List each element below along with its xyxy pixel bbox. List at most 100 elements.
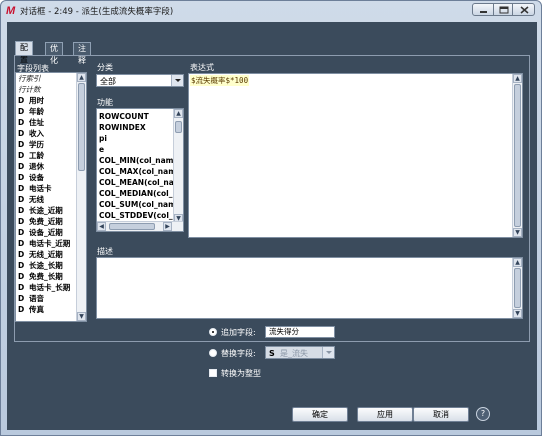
replace-field-radio[interactable] xyxy=(209,349,217,357)
convert-integer-label: 转换为整型 xyxy=(221,369,261,378)
function-list[interactable]: ROWCOUNTROWINDEXpieCOL_MIN(col_name)COL_… xyxy=(96,108,184,232)
double-type-icon: D xyxy=(18,173,25,182)
field-name: 语音 xyxy=(29,294,44,303)
scroll-up-icon[interactable]: ▲ xyxy=(513,74,522,83)
field-name: 长途_长期 xyxy=(29,261,63,270)
double-type-icon: D xyxy=(18,261,25,270)
double-type-icon: D xyxy=(18,129,25,138)
expression-label: 表达式 xyxy=(190,63,214,72)
tab-config[interactable]: 配置 xyxy=(15,41,33,64)
field-name: 传真 xyxy=(29,305,44,314)
apply-button[interactable]: 应用 xyxy=(357,407,413,422)
tab-optimize[interactable]: 优化 xyxy=(45,42,63,65)
field-name: 行计数 xyxy=(18,85,41,94)
ok-button[interactable]: 确定 xyxy=(292,407,348,422)
tab-comment[interactable]: 注释 xyxy=(73,42,91,65)
cancel-button[interactable]: 取消 xyxy=(413,407,469,422)
function-list-item[interactable]: COL_MIN(col_name) xyxy=(97,155,173,166)
field-name: 长途_近期 xyxy=(29,206,63,215)
scroll-thumb[interactable] xyxy=(78,83,85,171)
scroll-left-icon[interactable]: ◀ xyxy=(97,222,106,231)
function-list-item[interactable]: COL_MEDIAN(col_name) xyxy=(97,188,173,199)
double-type-icon: D xyxy=(18,283,25,292)
append-field-radio[interactable] xyxy=(209,328,217,336)
function-list-item[interactable]: COL_MEAN(col_name) xyxy=(97,177,173,188)
category-select[interactable]: 全部 xyxy=(96,74,184,87)
expression-scrollbar[interactable]: ▲ ▼ xyxy=(512,74,522,237)
description-scrollbar[interactable]: ▲ ▼ xyxy=(512,258,522,318)
replace-field-select[interactable]: S 是_流失 xyxy=(265,346,335,359)
function-list-item[interactable]: COL_MAX(col_name) xyxy=(97,166,173,177)
field-name: 无线_近期 xyxy=(29,250,63,259)
double-type-icon: D xyxy=(18,162,25,171)
field-list[interactable]: 行索引 行计数 D 用时 D 年龄 D 住址 D 收入 D 学历 D 工龄 D 退休 D 设备 D 电话卡 D 无线 D 长途… xyxy=(15,72,87,322)
function-list-item[interactable]: pi xyxy=(97,133,173,144)
scroll-down-icon[interactable]: ▼ xyxy=(77,312,86,321)
scroll-thumb[interactable] xyxy=(175,121,182,133)
field-name: 退休 xyxy=(29,162,44,171)
double-type-icon: D xyxy=(18,151,25,160)
scroll-thumb[interactable] xyxy=(109,223,155,230)
double-type-icon: D xyxy=(18,250,25,259)
function-list-vscrollbar[interactable]: ▲ ▼ xyxy=(173,109,183,223)
close-icon xyxy=(520,6,529,14)
dialog-body: 配置 优化 注释 字段列表 行索引 行计数 D 用时 D 年龄 D 住址 D 收入 D 学历 D 工龄 D 退… xyxy=(7,22,537,430)
scroll-thumb[interactable] xyxy=(514,268,521,308)
field-name: 行索引 xyxy=(18,74,41,83)
double-type-icon: D xyxy=(18,305,25,314)
append-field-label: 追加字段: xyxy=(221,328,256,337)
scroll-thumb[interactable] xyxy=(514,84,521,227)
field-name: 免费_近期 xyxy=(29,217,63,226)
double-type-icon: D xyxy=(18,107,25,116)
field-name: 年龄 xyxy=(29,107,44,116)
function-list-hscrollbar[interactable]: ◀ ▶ xyxy=(97,221,183,231)
field-name: 电话卡_近期 xyxy=(29,239,71,248)
field-name: 设备_近期 xyxy=(29,228,63,237)
replace-field-label: 替换字段: xyxy=(221,349,256,358)
scroll-down-icon[interactable]: ▼ xyxy=(513,309,522,318)
minimize-button[interactable] xyxy=(472,3,494,16)
scroll-up-icon[interactable]: ▲ xyxy=(174,109,183,118)
field-name: 设备 xyxy=(29,173,44,182)
field-name: 免费_长期 xyxy=(29,272,63,281)
convert-integer-checkbox[interactable] xyxy=(209,369,217,377)
field-name: 收入 xyxy=(29,129,44,138)
function-list-item[interactable]: COL_STDDEV(col_name) xyxy=(97,210,173,221)
category-label: 分类 xyxy=(97,63,113,72)
field-name: 电话卡_长期 xyxy=(29,283,71,292)
dialog-window: M 对话框 - 2:49 - 派生(生成流失概率字段) 配置 优化 注释 字段列… xyxy=(0,0,542,436)
minimize-icon xyxy=(480,11,487,13)
description-label: 描述 xyxy=(97,247,113,256)
double-type-icon: D xyxy=(18,118,25,127)
field-name: 工龄 xyxy=(29,151,44,160)
function-list-item[interactable]: e xyxy=(97,144,173,155)
field-list-scrollbar[interactable]: ▲ ▼ xyxy=(76,73,86,321)
expression-editor[interactable]: $流失概率$*100 ▲ ▼ xyxy=(188,73,523,238)
string-type-icon: S xyxy=(269,349,275,358)
append-field-input[interactable]: 流失得分 xyxy=(265,326,335,338)
double-type-icon: D xyxy=(18,184,25,193)
double-type-icon: D xyxy=(18,195,25,204)
help-icon[interactable]: ? xyxy=(476,407,490,421)
function-list-item[interactable]: ROWINDEX xyxy=(97,122,173,133)
close-button[interactable] xyxy=(512,3,535,16)
function-label: 功能 xyxy=(97,98,113,107)
scroll-up-icon[interactable]: ▲ xyxy=(513,258,522,267)
double-type-icon: D xyxy=(18,294,25,303)
chevron-down-icon[interactable] xyxy=(322,347,334,358)
title-bar[interactable]: M 对话框 - 2:49 - 派生(生成流失概率字段) xyxy=(1,1,541,21)
double-type-icon: D xyxy=(18,96,25,105)
field-name: 电话卡 xyxy=(29,184,52,193)
chevron-down-icon[interactable] xyxy=(171,75,183,86)
function-list-item[interactable]: ROWCOUNT xyxy=(97,111,173,122)
maximize-button[interactable] xyxy=(493,3,513,16)
description-box[interactable]: ▲ ▼ xyxy=(96,257,523,319)
replace-field-value: 是_流失 xyxy=(280,349,308,358)
scroll-down-icon[interactable]: ▼ xyxy=(513,228,522,237)
app-logo-icon: M xyxy=(6,5,16,17)
double-type-icon: D xyxy=(18,140,25,149)
expression-text[interactable]: $流失概率$*100 xyxy=(190,75,250,86)
scroll-up-icon[interactable]: ▲ xyxy=(77,73,86,82)
function-list-item[interactable]: COL_SUM(col_name) xyxy=(97,199,173,210)
scroll-right-icon[interactable]: ▶ xyxy=(163,222,172,231)
